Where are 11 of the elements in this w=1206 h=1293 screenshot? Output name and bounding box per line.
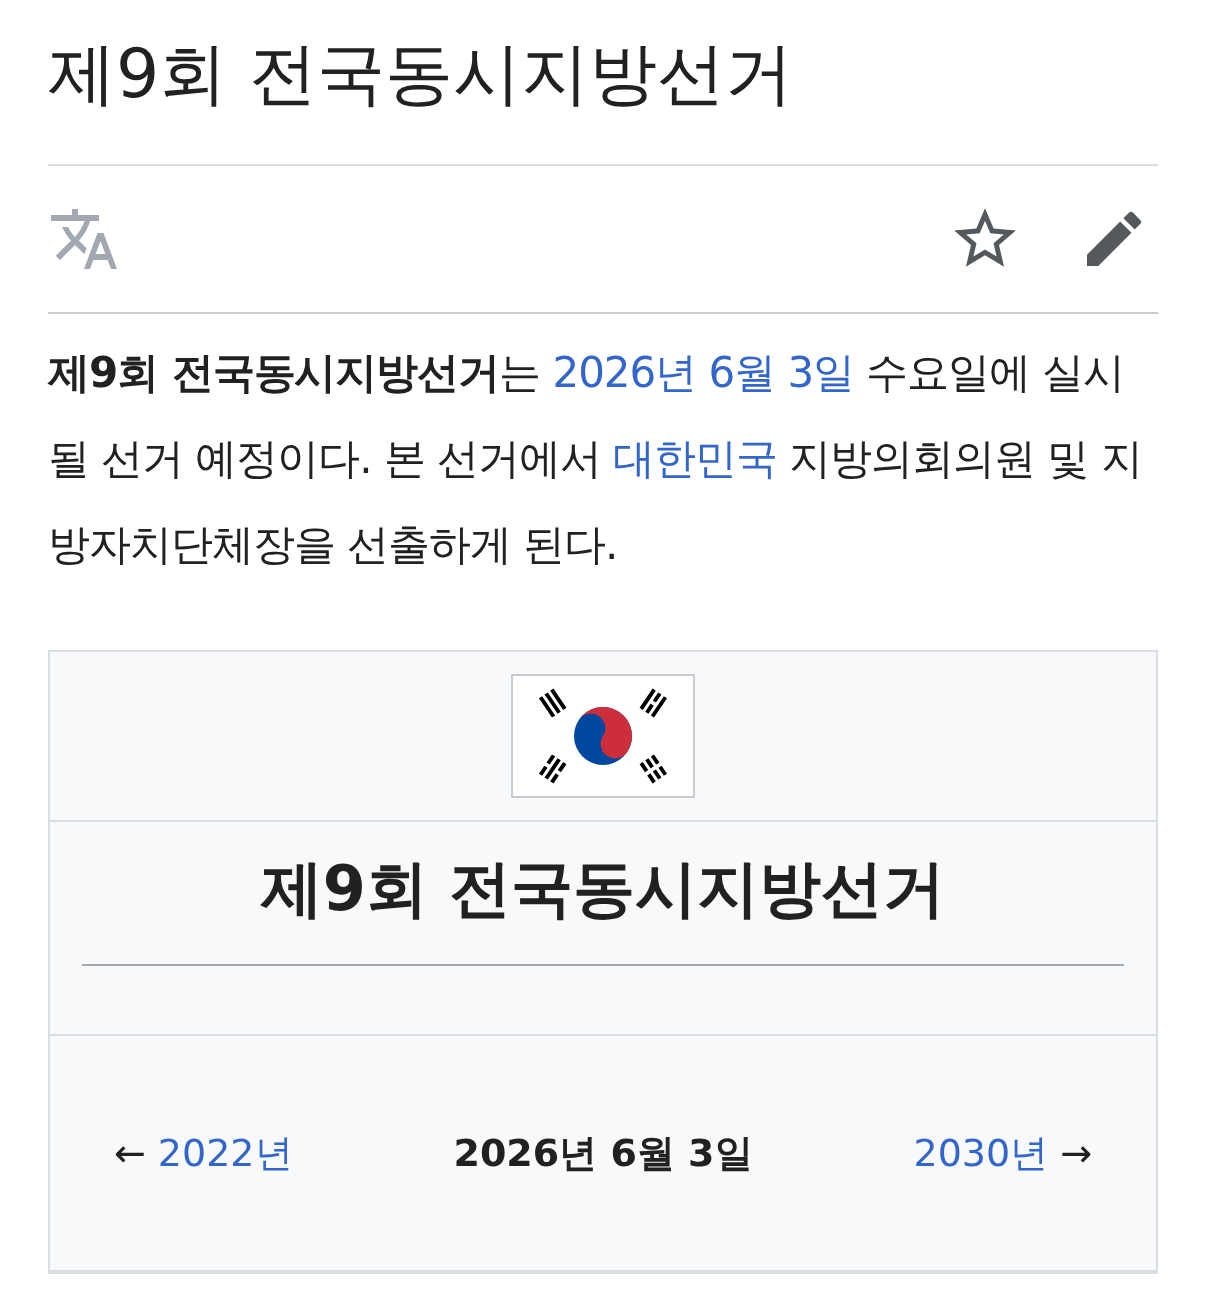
next-election-link[interactable]: 2030년 [913,1124,1049,1182]
link[interactable]: 2026년 6월 3일 [552,348,854,397]
arrow-text: → [1060,1129,1092,1177]
previous-election-link[interactable]: 2022년 [157,1124,293,1182]
arrow-text: ← [114,1129,146,1177]
intro-paragraph: 제9회 전국동시지방선거는 2026년 6월 3일 수요일에 실시될 선거 예정이다. 본 선거에서 대한민국 지방의회의원 및 지방자치단체장을 선출하게 된다. [48,347,1143,571]
infobox-title: 제9회 전국동시지방선거 [82,846,1124,966]
flag-icon [511,674,695,798]
election-date: 2026년 6월 3일 [453,1129,753,1177]
link[interactable]: 대한민국 [613,434,778,483]
page-title: 제9회 전국동시지방선거 [48,33,794,115]
